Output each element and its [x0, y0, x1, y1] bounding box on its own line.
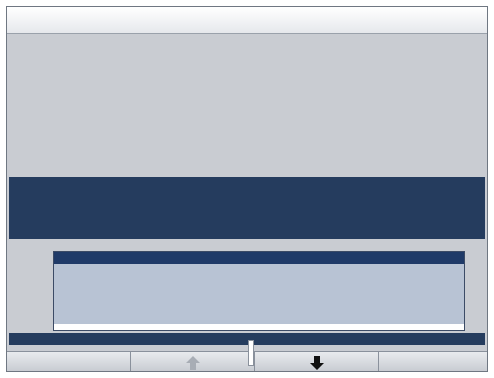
first-toolbar-button[interactable]: [7, 352, 131, 371]
arrow-down-icon: [308, 355, 326, 371]
dialog-window: [6, 6, 488, 372]
window-titlebar[interactable]: [7, 7, 487, 34]
list-item[interactable]: [54, 264, 464, 276]
column-order-preview: [9, 43, 485, 171]
instruction-banner: [9, 177, 485, 239]
list-item[interactable]: [54, 300, 464, 312]
list-item[interactable]: [54, 252, 464, 264]
list-item[interactable]: [54, 288, 464, 300]
move-down-button[interactable]: [255, 352, 379, 371]
move-up-button[interactable]: [131, 352, 255, 371]
last-toolbar-button[interactable]: [379, 352, 487, 371]
toolbar-divider-handle: [248, 340, 254, 366]
list-item[interactable]: [54, 276, 464, 288]
hint-bar: [9, 333, 485, 345]
column-list[interactable]: [53, 251, 465, 331]
list-item[interactable]: [54, 312, 464, 324]
arrow-up-icon: [184, 355, 202, 371]
